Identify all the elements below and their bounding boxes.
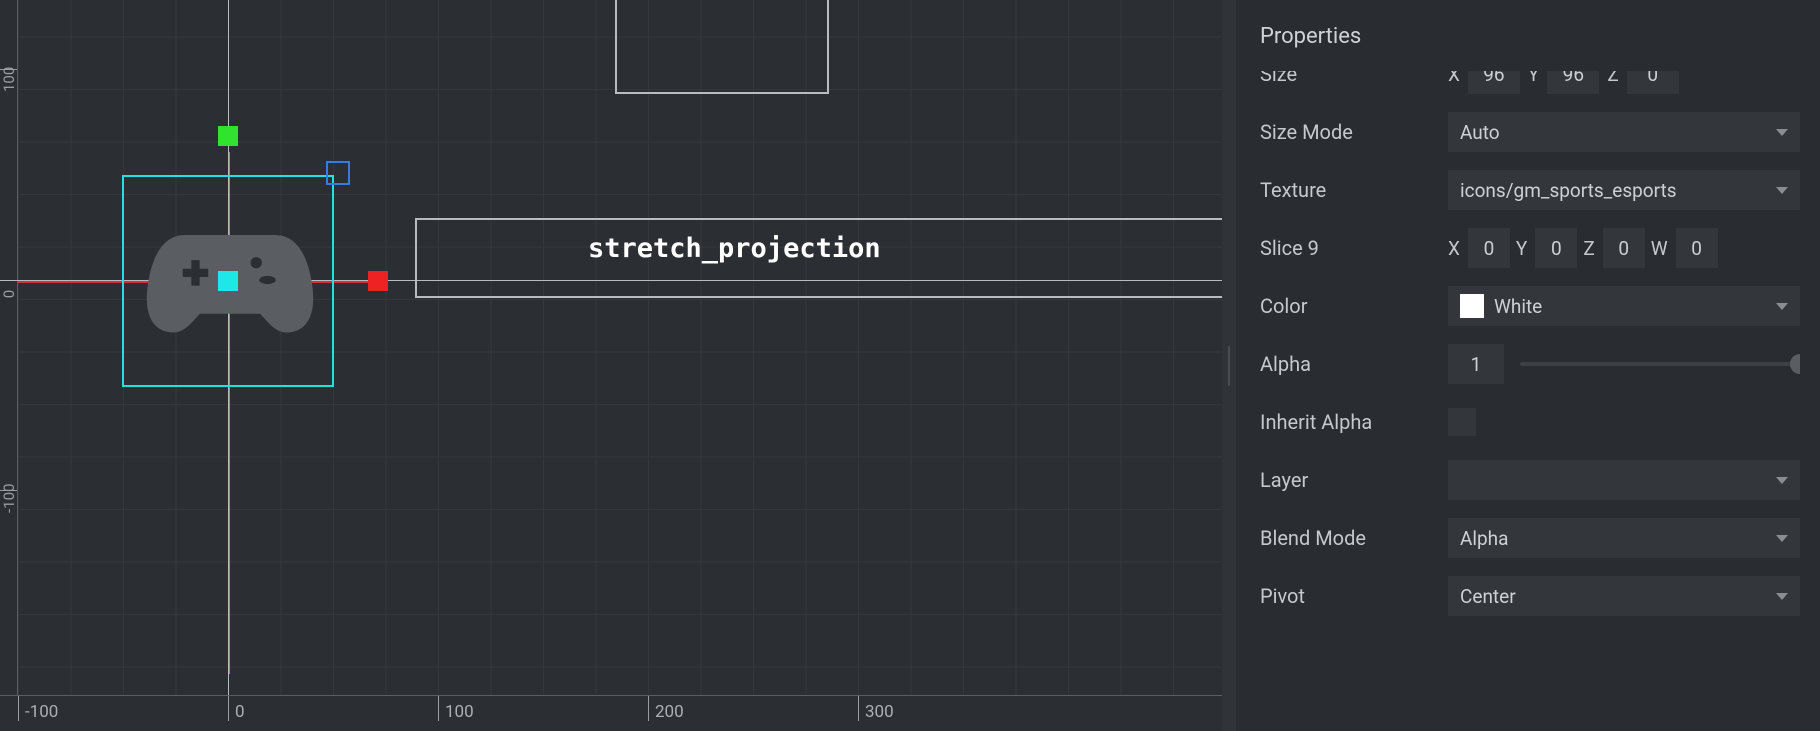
- prop-label-texture: Texture: [1260, 178, 1440, 202]
- prop-row-layer: Layer: [1260, 451, 1800, 509]
- size-y-input[interactable]: [1547, 71, 1599, 94]
- dropdown-value: Center: [1460, 585, 1516, 608]
- chevron-down-icon: [1776, 535, 1788, 542]
- slice9-x-input[interactable]: [1468, 228, 1510, 268]
- axis-label-x: X: [1448, 237, 1460, 260]
- prop-label-size-mode: Size Mode: [1260, 120, 1440, 144]
- prop-row-size-mode: Size Mode Auto: [1260, 103, 1800, 161]
- prop-label-layer: Layer: [1260, 468, 1440, 492]
- properties-panel: Properties Size X Y: [1236, 0, 1820, 731]
- slice9-y-input[interactable]: [1535, 228, 1577, 268]
- panel-title: Properties: [1260, 24, 1800, 49]
- prop-label-pivot: Pivot: [1260, 584, 1440, 608]
- dropdown-value: Auto: [1460, 121, 1500, 144]
- prop-label-size: Size: [1260, 71, 1440, 86]
- ruler-tick-label: 200: [648, 696, 684, 721]
- prop-label-blend-mode: Blend Mode: [1260, 526, 1440, 550]
- axis-label-z: Z: [1583, 237, 1594, 260]
- prop-row-blend-mode: Blend Mode Alpha: [1260, 509, 1800, 567]
- gizmo-handle-corner[interactable]: [326, 161, 350, 185]
- node-box-top[interactable]: [615, 0, 829, 94]
- axis-label-z: Z: [1607, 71, 1618, 86]
- prop-row-alpha: Alpha: [1260, 335, 1800, 393]
- texture-dropdown[interactable]: icons/gm_sports_esports: [1448, 170, 1800, 210]
- ruler-tick-label: 100: [438, 696, 474, 721]
- dropdown-value: icons/gm_sports_esports: [1460, 179, 1677, 202]
- axis-label-y: Y: [1528, 71, 1539, 86]
- ruler-tick-label: 0: [0, 285, 18, 303]
- prop-row-pivot: Pivot Center: [1260, 567, 1800, 625]
- alpha-input[interactable]: [1448, 344, 1504, 384]
- ruler-tick-label: 0: [228, 696, 245, 721]
- ruler-tick-label: 100: [0, 74, 18, 92]
- size-mode-dropdown[interactable]: Auto: [1448, 112, 1800, 152]
- prop-label-inherit-alpha: Inherit Alpha: [1260, 410, 1440, 434]
- color-swatch: [1460, 294, 1484, 318]
- size-z-input[interactable]: [1627, 71, 1679, 94]
- size-x-input[interactable]: [1468, 71, 1520, 94]
- slider-knob[interactable]: [1790, 354, 1800, 374]
- color-dropdown[interactable]: White: [1448, 286, 1800, 326]
- prop-row-slice9: Slice 9 X Y Z: [1260, 219, 1800, 277]
- prop-label-color: Color: [1260, 294, 1440, 318]
- prop-row-inherit-alpha: Inherit Alpha: [1260, 393, 1800, 451]
- scene-viewport[interactable]: 100 0 -100 stretch_projection -100: [0, 0, 1222, 731]
- inherit-alpha-checkbox[interactable]: [1448, 408, 1476, 436]
- axis-label-x: X: [1448, 71, 1460, 86]
- ruler-vertical: 100 0 -100: [0, 0, 18, 695]
- prop-label-slice9: Slice 9: [1260, 236, 1440, 260]
- blend-mode-dropdown[interactable]: Alpha: [1448, 518, 1800, 558]
- chevron-down-icon: [1776, 303, 1788, 310]
- ruler-horizontal: -100 0 100 200 300: [0, 695, 1222, 731]
- ruler-tick-label: -100: [18, 696, 58, 721]
- gizmo-handle-x[interactable]: [368, 271, 388, 291]
- panel-splitter[interactable]: [1222, 0, 1236, 731]
- alpha-slider[interactable]: [1520, 362, 1800, 366]
- ruler-tick-label: 300: [858, 696, 894, 721]
- pivot-dropdown[interactable]: Center: [1448, 576, 1800, 616]
- gizmo-handle-center[interactable]: [218, 271, 238, 291]
- chevron-down-icon: [1776, 129, 1788, 136]
- ruler-tick-label: -100: [0, 495, 18, 513]
- chevron-down-icon: [1776, 187, 1788, 194]
- slice9-z-input[interactable]: [1603, 228, 1645, 268]
- slice9-w-input[interactable]: [1676, 228, 1718, 268]
- axis-label-y: Y: [1516, 237, 1527, 260]
- prop-row-texture: Texture icons/gm_sports_esports: [1260, 161, 1800, 219]
- prop-row-color: Color White: [1260, 277, 1800, 335]
- prop-row-size: Size X Y Z: [1260, 71, 1800, 103]
- chevron-down-icon: [1776, 477, 1788, 484]
- axis-label-w: W: [1651, 237, 1668, 260]
- gizmo-handle-y[interactable]: [218, 126, 238, 146]
- node-label-stretch: stretch_projection: [588, 233, 881, 264]
- layer-dropdown[interactable]: [1448, 460, 1800, 500]
- dropdown-value: Alpha: [1460, 527, 1508, 550]
- dropdown-value: White: [1494, 295, 1542, 318]
- chevron-down-icon: [1776, 593, 1788, 600]
- prop-label-alpha: Alpha: [1260, 352, 1440, 376]
